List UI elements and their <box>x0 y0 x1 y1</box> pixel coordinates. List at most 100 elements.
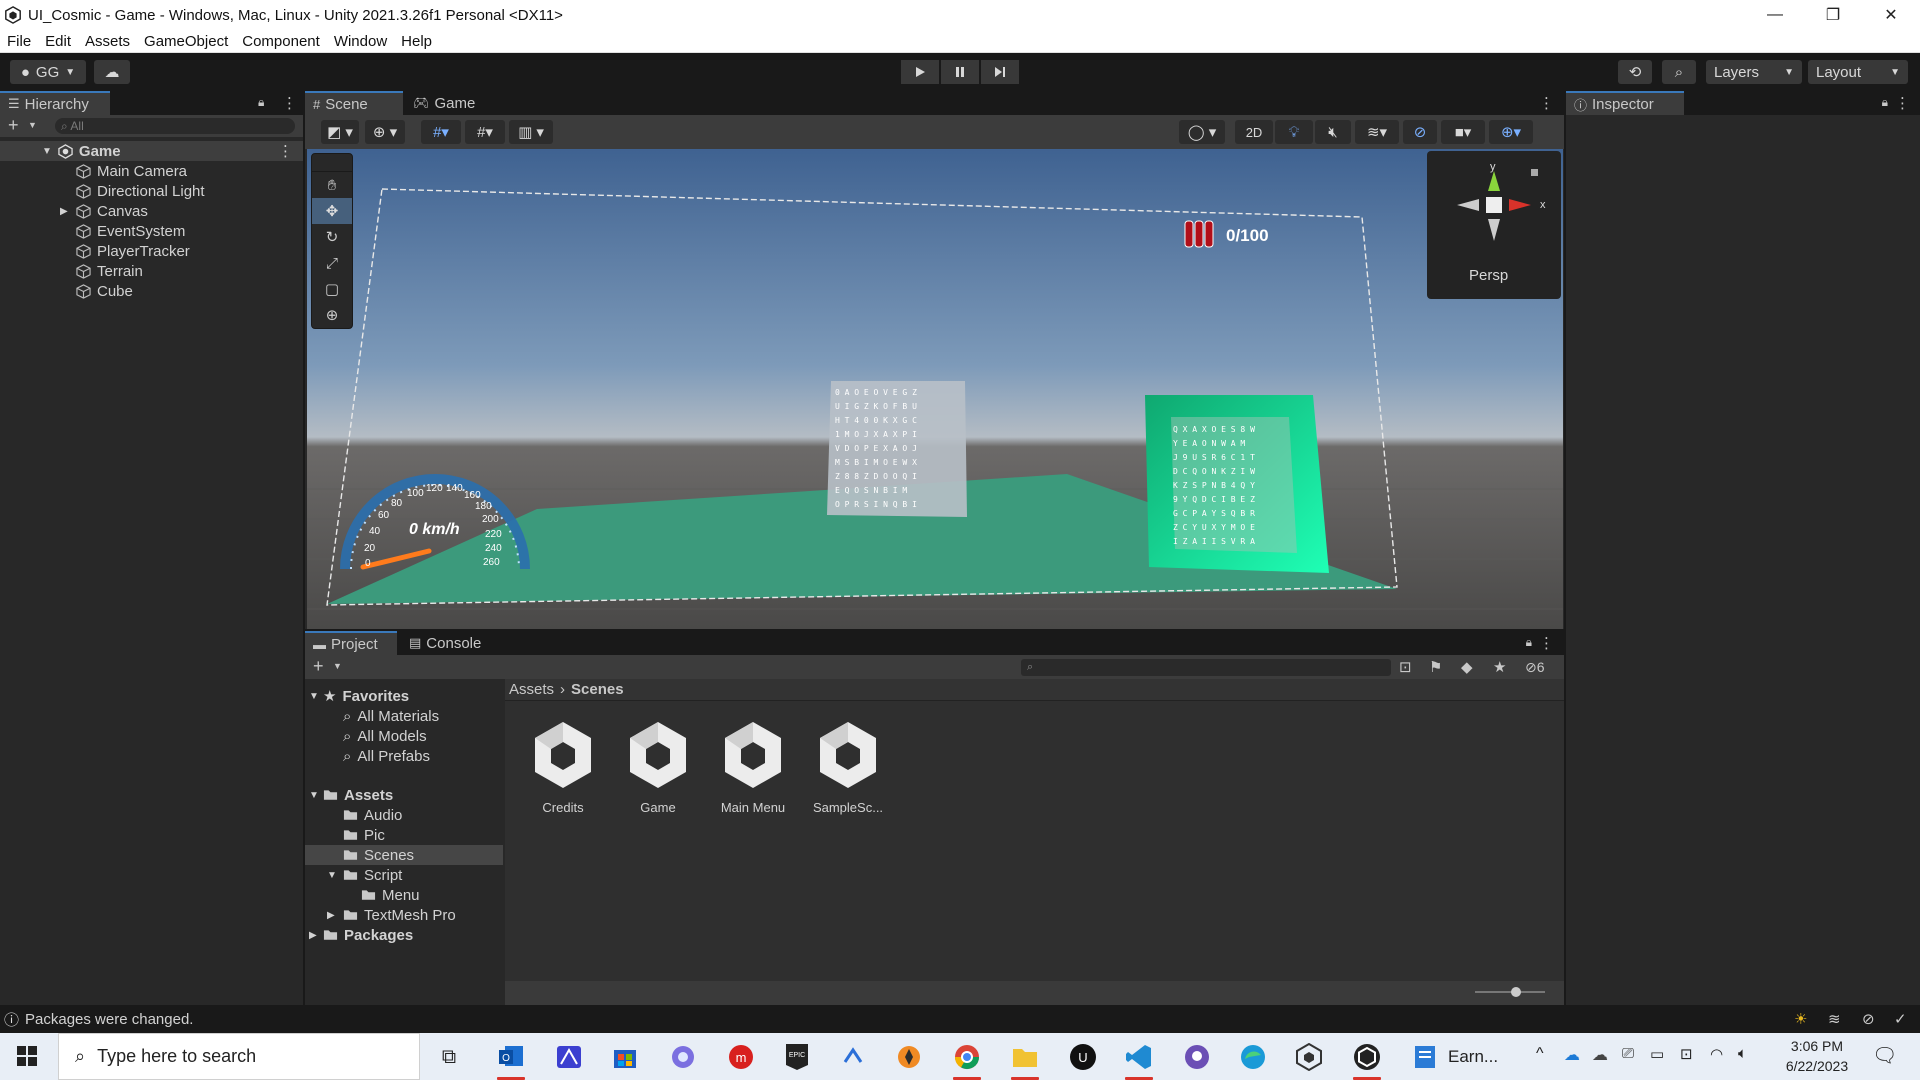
hierarchy-item[interactable]: PlayerTracker <box>0 241 300 261</box>
hidden-packages-button[interactable]: ⊘6 <box>1525 659 1545 676</box>
lighting-status-icon[interactable]: ☀ <box>1794 1010 1807 1028</box>
dev-button[interactable] <box>836 1041 870 1073</box>
scene-viewport[interactable]: 0 A O E O V E G Z U I G Z K O F B U H T … <box>307 149 1563 629</box>
packages-row[interactable]: ▶ Packages <box>309 925 413 945</box>
debug-icon[interactable]: ⊘ <box>1862 1010 1875 1028</box>
menu-component[interactable]: Component <box>235 33 327 50</box>
star-icon[interactable]: ★ <box>1493 658 1506 676</box>
webcam-icon[interactable]: ⎚ <box>1622 1045 1634 1062</box>
search-by-label-icon[interactable]: ⚑ <box>1429 658 1442 676</box>
transform-tool-button[interactable]: ⊕ <box>312 302 352 328</box>
favorites-row[interactable]: ▼ ★ Favorites <box>309 686 409 706</box>
close-button[interactable]: ✕ <box>1862 0 1920 30</box>
scene-asset[interactable]: Game <box>613 720 703 815</box>
lock-icon[interactable]: 🔒︎ <box>258 95 264 110</box>
notification-icon[interactable]: 🗨︎ <box>1872 1043 1897 1068</box>
lock-icon[interactable]: 🔒︎ <box>1882 95 1888 110</box>
menu-file[interactable]: File <box>0 33 38 50</box>
start-button[interactable] <box>16 1045 40 1069</box>
taskbar-search-input[interactable]: ⌕ Type here to search <box>58 1033 420 1080</box>
tab-console[interactable]: ▤ Console <box>401 631 501 655</box>
hierarchy-item[interactable]: Cube <box>0 281 300 301</box>
scale-tool-button[interactable]: ⤢ <box>312 250 352 276</box>
onedrive-personal-icon[interactable]: ☁ <box>1592 1045 1608 1065</box>
battery-icon[interactable]: ▭ <box>1650 1045 1664 1063</box>
hand-tool-button[interactable]: ✋︎ <box>312 172 352 198</box>
play-button[interactable] <box>901 60 939 84</box>
snap-increment-button[interactable]: #▾ <box>465 120 505 144</box>
edge-button[interactable] <box>1236 1041 1270 1073</box>
menu-help[interactable]: Help <box>394 33 439 50</box>
layers-status-icon[interactable]: ≋ <box>1828 1010 1841 1028</box>
folder-item[interactable]: Menu <box>361 885 420 905</box>
chevron-right-icon[interactable]: ▶ <box>60 206 76 217</box>
assets-root-row[interactable]: ▼ Assets <box>309 785 393 805</box>
rotate-tool-button[interactable]: ↻ <box>312 224 352 250</box>
breadcrumb-scenes[interactable]: Scenes <box>571 681 624 698</box>
hierarchy-item[interactable]: Main Camera <box>0 161 300 181</box>
lock-icon[interactable]: 🔒︎ <box>1526 635 1532 650</box>
minimize-button[interactable]: — <box>1746 0 1804 30</box>
pause-button[interactable] <box>941 60 979 84</box>
folder-item[interactable]: ▼ Script <box>327 865 402 885</box>
icon-size-slider[interactable] <box>1475 987 1545 997</box>
folder-item[interactable]: Audio <box>343 805 402 825</box>
more-icon[interactable]: ⋮ <box>1539 634 1554 652</box>
mode-2d-button[interactable]: 2D <box>1235 120 1273 144</box>
scene-asset[interactable]: Main Menu <box>708 720 798 815</box>
store-button[interactable] <box>608 1041 642 1073</box>
maximize-button[interactable]: ❐ <box>1804 0 1862 30</box>
chevron-up-icon[interactable]: ^ <box>1536 1045 1544 1063</box>
menu-gameobject[interactable]: GameObject <box>137 33 235 50</box>
add-icon[interactable]: + <box>313 656 324 677</box>
app-button[interactable] <box>552 1041 586 1073</box>
check-icon[interactable]: ✓ <box>1894 1010 1907 1028</box>
menu-assets[interactable]: Assets <box>78 33 137 50</box>
breadcrumb-assets[interactable]: Assets <box>509 681 554 698</box>
volume-icon[interactable]: 🔈︎ <box>1738 1045 1747 1062</box>
move-tool-button[interactable]: ✥ <box>312 198 352 224</box>
audio-button[interactable]: 🔇︎ <box>1315 120 1351 144</box>
unity-hub-button[interactable] <box>1292 1041 1326 1073</box>
layout-dropdown[interactable]: Layout ▼ <box>1808 60 1908 84</box>
wifi-icon[interactable]: ◠ <box>1710 1045 1723 1063</box>
mcafee-button[interactable]: m <box>724 1041 758 1073</box>
add-icon[interactable]: + <box>8 115 19 136</box>
tab-inspector[interactable]: ⓘ Inspector <box>1566 91 1684 115</box>
brave-button[interactable] <box>892 1041 926 1073</box>
grid-snap-button[interactable]: #▾ <box>421 120 461 144</box>
hierarchy-item[interactable]: EventSystem <box>0 221 300 241</box>
onedrive-icon[interactable]: ☁ <box>1564 1045 1580 1065</box>
more-icon[interactable]: ⋮ <box>282 94 297 112</box>
folder-item[interactable]: Pic <box>343 825 385 845</box>
more-icon[interactable]: ⋮ <box>1539 94 1554 112</box>
chevron-down-icon[interactable]: ▼ <box>333 661 342 671</box>
hierarchy-item[interactable]: ▶ Canvas <box>0 201 300 221</box>
task-view-button[interactable]: ⧉ <box>432 1041 466 1073</box>
unity-editor-button[interactable] <box>1350 1041 1384 1080</box>
github-button[interactable] <box>1180 1041 1214 1073</box>
cloud-button[interactable]: ☁ <box>94 60 130 84</box>
favorite-item[interactable]: ⌕ All Models <box>343 726 427 746</box>
folder-item-selected[interactable]: Scenes <box>305 845 503 865</box>
step-button[interactable] <box>981 60 1019 84</box>
effects-button[interactable]: ≋▾ <box>1355 120 1399 144</box>
vscode-button[interactable] <box>1122 1041 1156 1080</box>
shading-button[interactable]: ◯ ▾ <box>1179 120 1225 144</box>
favorite-item[interactable]: ⌕ All Prefabs <box>343 746 430 766</box>
lighting-button[interactable]: 💡︎ <box>1275 120 1313 144</box>
hierarchy-scene-row[interactable]: ▼ Game ⋮ <box>0 141 303 161</box>
history-button[interactable]: ⟲ <box>1618 60 1652 84</box>
tag-icon[interactable]: ◆ <box>1461 658 1473 676</box>
global-button[interactable]: ⊕ ▾ <box>365 120 405 144</box>
draw-mode-button[interactable]: ◩ ▾ <box>321 120 359 144</box>
project-search-input[interactable]: ⌕ <box>1021 659 1391 676</box>
tab-project[interactable]: ▬ Project <box>305 631 397 655</box>
scene-asset[interactable]: Credits <box>518 720 608 815</box>
visibility-button[interactable]: ⊘ <box>1403 120 1437 144</box>
epic-games-button[interactable]: EPIC <box>780 1041 814 1073</box>
chevron-down-icon[interactable]: ▼ <box>28 120 37 130</box>
ruler-button[interactable]: ▥ ▾ <box>509 120 553 144</box>
chrome-button[interactable] <box>950 1041 984 1080</box>
hierarchy-search-input[interactable]: ⌕ All <box>55 118 295 134</box>
